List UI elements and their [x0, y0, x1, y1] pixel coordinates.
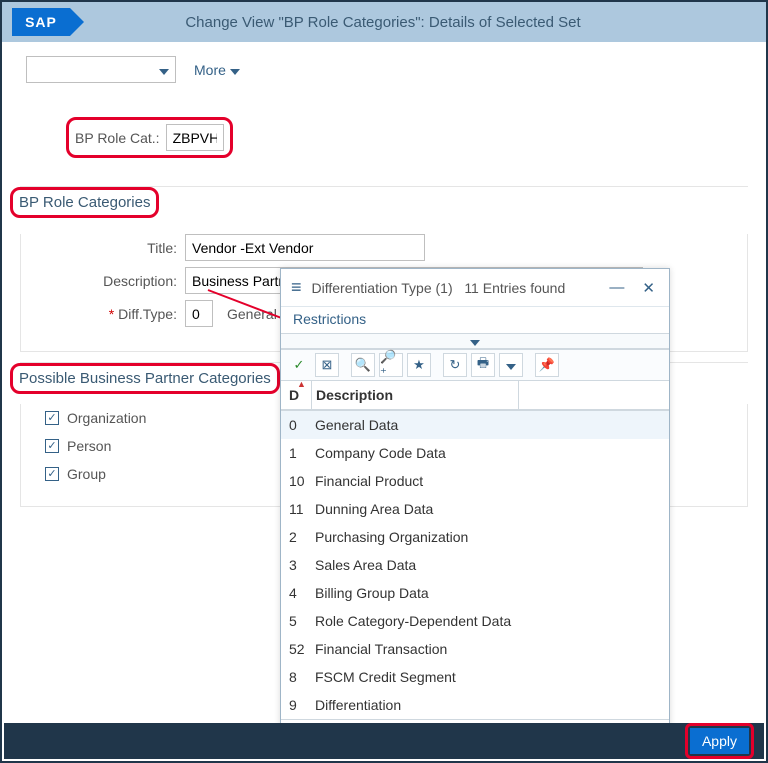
bp-role-cat-input[interactable] — [166, 124, 224, 151]
table-row[interactable]: 9Differentiation — [281, 691, 669, 719]
view-combo[interactable] — [26, 56, 176, 83]
chevron-down-icon — [470, 333, 480, 349]
dialog-subtitle: 11 Entries found — [464, 280, 565, 296]
diff-type-text: General — [221, 306, 277, 322]
column-header-description[interactable]: Description — [312, 381, 518, 409]
section-bp-role-categories-title: BP Role Categories — [10, 187, 159, 218]
favorites-button[interactable]: ★ — [407, 353, 431, 377]
column-header-d[interactable]: D▲ — [281, 381, 311, 409]
bp-role-cat-label: BP Role Cat.: — [75, 130, 160, 146]
pin-button[interactable]: 📌 — [535, 353, 559, 377]
dialog-toolbar: ✓ ⊠ 🔍 🔎⁺ ★ ↻ 🖶 📌 — [281, 349, 669, 381]
checkbox-icon: ✓ — [45, 411, 59, 425]
footer-bar: Apply — [4, 723, 764, 759]
diff-type-label: Diff.Type: — [118, 306, 177, 322]
table-row[interactable]: 52Financial Transaction — [281, 635, 669, 663]
table-row[interactable]: 1Company Code Data — [281, 439, 669, 467]
grid-body: 0General Data 1Company Code Data 10Finan… — [281, 411, 669, 719]
expand-restrictions[interactable] — [281, 333, 669, 349]
chevron-down-icon — [159, 62, 169, 78]
table-row[interactable]: 2Purchasing Organization — [281, 523, 669, 551]
dialog-title: Differentiation Type (1) — [312, 280, 453, 296]
restrictions-link[interactable]: Restrictions — [281, 307, 669, 333]
refresh-button[interactable]: ↻ — [443, 353, 467, 377]
app-header: SAP Change View "BP Role Categories": De… — [2, 2, 766, 42]
action-row: More — [2, 42, 766, 91]
table-row[interactable]: 0General Data — [281, 411, 669, 439]
more-menu[interactable]: More — [194, 62, 240, 78]
checkbox-icon: ✓ — [45, 439, 59, 453]
table-row[interactable]: 11Dunning Area Data — [281, 495, 669, 523]
sap-logo: SAP — [12, 8, 70, 36]
print-options-button[interactable] — [499, 353, 523, 377]
table-row[interactable]: 10Financial Product — [281, 467, 669, 495]
more-label: More — [194, 62, 226, 78]
checkbox-label: Group — [67, 466, 106, 482]
chevron-down-icon — [506, 358, 516, 373]
close-button[interactable]: ✕ — [638, 279, 659, 297]
chevron-down-icon — [230, 62, 240, 78]
page-title: Change View "BP Role Categories": Detail… — [70, 14, 756, 31]
diff-type-input[interactable] — [185, 300, 213, 327]
checkbox-label: Person — [67, 438, 111, 454]
print-button[interactable]: 🖶 — [471, 353, 495, 377]
table-row[interactable]: 4Billing Group Data — [281, 579, 669, 607]
title-input[interactable] — [185, 234, 425, 261]
sort-indicator-icon: ▲ — [297, 379, 306, 389]
table-row[interactable]: 8FSCM Credit Segment — [281, 663, 669, 691]
section-possible-bp-categories-title: Possible Business Partner Categories — [10, 363, 280, 394]
search-button[interactable]: 🔍 — [351, 353, 375, 377]
table-row[interactable]: 3Sales Area Data — [281, 551, 669, 579]
title-label: Title: — [21, 240, 177, 256]
accept-button[interactable]: ✓ — [287, 353, 311, 377]
value-help-dialog: ≡ Differentiation Type (1) 11 Entries fo… — [280, 268, 670, 749]
menu-icon[interactable]: ≡ — [291, 277, 302, 298]
minimize-button[interactable]: — — [605, 279, 628, 296]
apply-button[interactable]: Apply — [690, 728, 749, 754]
grid-header: D▲ Description — [281, 381, 669, 411]
checkbox-icon: ✓ — [45, 467, 59, 481]
table-row[interactable]: 5Role Category-Dependent Data — [281, 607, 669, 635]
cancel-box-button[interactable]: ⊠ — [315, 353, 339, 377]
search-extended-button[interactable]: 🔎⁺ — [379, 353, 403, 377]
description-label: Description: — [21, 273, 177, 289]
checkbox-label: Organization — [67, 410, 146, 426]
